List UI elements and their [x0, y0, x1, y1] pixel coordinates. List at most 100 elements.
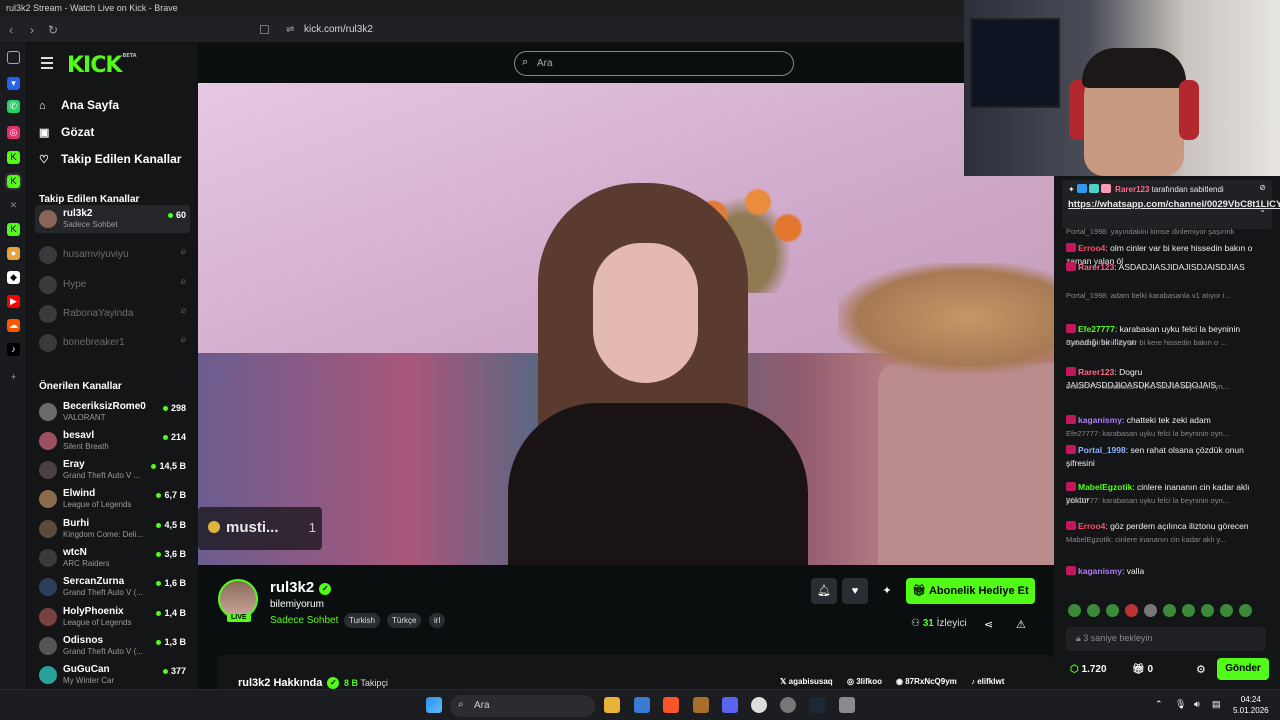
share-icon[interactable]: ⋖	[984, 618, 993, 631]
report-icon[interactable]: ⚠	[1016, 618, 1026, 631]
youtube-icon[interactable]: ▶	[7, 295, 20, 308]
search-input[interactable]: ⌕ Ara	[514, 51, 794, 76]
discord-icon[interactable]	[722, 697, 738, 713]
recommended-channel[interactable]: Elwind League of Legends 6,7 B	[35, 485, 190, 513]
app-icon[interactable]	[693, 697, 709, 713]
recommended-channel[interactable]: SercanZurna Grand Theft Auto V (... 1,6 B	[35, 573, 190, 601]
chat-username[interactable]: Erroo4	[1078, 521, 1105, 531]
nav-home[interactable]: ⌂ Ana Sayfa	[39, 98, 119, 112]
social-tiktok[interactable]: ♪ elifklwt	[971, 677, 1004, 686]
sparkle-button[interactable]: ✦	[874, 578, 900, 604]
stream-tag[interactable]: Turkish	[344, 613, 380, 628]
clock[interactable]: 04:24 5.01.2026	[1233, 694, 1269, 716]
steam-icon[interactable]	[809, 697, 825, 713]
chat-username[interactable]: Rarer123	[1078, 367, 1114, 377]
emote-icon[interactable]	[1068, 604, 1081, 617]
emote-icon[interactable]	[1125, 604, 1138, 617]
forward-icon[interactable]: ›	[30, 23, 34, 37]
chat-username[interactable]: kaganismy	[1078, 566, 1122, 576]
emote-icon[interactable]	[1106, 604, 1119, 617]
recommended-channel[interactable]: GuGuCan My Winter Car 377	[35, 661, 190, 689]
nav-following[interactable]: ♡ Takip Edilen Kanallar	[39, 152, 181, 166]
kick-active-icon[interactable]: K	[5, 173, 22, 190]
send-button[interactable]: Gönder	[1217, 658, 1269, 680]
chat-username[interactable]: Portal_1998	[1078, 445, 1126, 455]
followed-channel[interactable]: bonebreaker1 ⌀	[35, 329, 190, 357]
emote-icon[interactable]	[1087, 604, 1100, 617]
network-icon[interactable]: ▤	[1212, 699, 1221, 710]
gear-icon[interactable]: ⚙	[1196, 663, 1206, 676]
streamer-name[interactable]: rul3k2 ✓	[270, 579, 332, 596]
notification-button[interactable]: 🔔︎	[811, 578, 837, 604]
emote-icon[interactable]	[1239, 604, 1252, 617]
app-icon[interactable]: ●	[7, 247, 20, 260]
followed-channel[interactable]: Hype ⌀	[35, 271, 190, 299]
pinned-link[interactable]: https://whatsapp.com/channel/0029VbC8t1L…	[1068, 198, 1280, 211]
channel-points[interactable]: ⬡ 1.720	[1070, 664, 1107, 675]
chat-username[interactable]: Erroo4	[1078, 243, 1105, 253]
instagram-icon[interactable]: ◎	[7, 126, 20, 139]
recommended-channel[interactable]: Odisnos Grand Theft Auto V (... 1,3 B	[35, 632, 190, 660]
kick-logo[interactable]: KICKBETA	[67, 53, 137, 78]
recommended-channel[interactable]: HolyPhoenix League of Legends 1,4 B	[35, 603, 190, 631]
stream-category[interactable]: Sadece Sohbet	[270, 615, 338, 626]
tiktok-icon[interactable]: ♪	[7, 343, 20, 356]
emote-icon[interactable]	[1182, 604, 1195, 617]
chat-username[interactable]: Efe27777	[1078, 324, 1115, 334]
followed-channel[interactable]: husamviyuviyu ⌀	[35, 241, 190, 269]
mic-icon[interactable]: 🎙︎	[1175, 699, 1186, 710]
unpin-icon[interactable]: ⊘	[1259, 183, 1266, 192]
recommended-channel[interactable]: BeceriksizRome0 VALORANT 298	[35, 398, 190, 426]
chevron-up-icon[interactable]: ⌃	[1155, 699, 1163, 710]
recommended-channel[interactable]: Eray Grand Theft Auto V ... 14,5 B	[35, 456, 190, 484]
taskbar-search[interactable]: ⌕ Ara	[450, 695, 595, 717]
chat-username[interactable]: MabelEgzotik	[1078, 482, 1132, 492]
vpn-icon[interactable]: ▾	[7, 77, 20, 90]
emote-icon[interactable]	[1201, 604, 1214, 617]
recommended-channel[interactable]: besavl Silent Breath 214	[35, 427, 190, 455]
stream-tag[interactable]: Türkçe	[387, 613, 422, 628]
app-icon-2[interactable]	[780, 697, 796, 713]
reload-icon[interactable]: ↻	[48, 23, 58, 37]
nav-browse[interactable]: ▣ Gözat	[39, 125, 94, 139]
site-info-icon[interactable]: ⇌	[286, 24, 294, 35]
gift-count[interactable]: 🎁︎ 0	[1132, 664, 1153, 675]
recommended-channel[interactable]: Burhi Kingdom Come: Deli... 4,5 B	[35, 515, 190, 543]
file-explorer-icon[interactable]	[604, 697, 620, 713]
chat-username[interactable]: Rarer123	[1078, 262, 1114, 272]
gift-sub-button[interactable]: 🎁︎ Abonelik Hediye Et	[906, 578, 1035, 604]
recommended-channel[interactable]: wtcN ARC Raiders 3,6 B	[35, 544, 190, 572]
menu-icon[interactable]	[41, 57, 53, 72]
chevron-down-icon[interactable]: ⌄	[1259, 205, 1266, 214]
store-icon[interactable]	[634, 697, 650, 713]
address-bar[interactable]: ⇌ kick.com/rul3k2	[282, 20, 962, 40]
kick-icon-2[interactable]: K	[7, 223, 20, 236]
pinned-message[interactable]: ✦ Rarer123 tarafından sabitlendi ⊘ ⌄ htt…	[1062, 180, 1280, 229]
obs-icon[interactable]	[751, 697, 767, 713]
emote-icon[interactable]	[1220, 604, 1233, 617]
whatsapp-icon[interactable]: ✆	[7, 100, 20, 113]
follow-button[interactable]: ♥	[842, 578, 868, 604]
app-icon-2[interactable]: ◆	[7, 271, 20, 284]
settings-icon[interactable]	[839, 697, 855, 713]
windows-start-icon[interactable]	[426, 697, 442, 713]
chat-username[interactable]: kaganismy	[1078, 415, 1122, 425]
chat-input[interactable]: 🔒︎ 3 saniye bekleyin	[1066, 627, 1266, 651]
social-instagram[interactable]: ◎ 3lifkoo	[847, 677, 882, 686]
emote-icon[interactable]	[1144, 604, 1157, 617]
kick-icon[interactable]: K	[7, 151, 20, 164]
add-icon[interactable]: +	[7, 371, 20, 384]
followed-channel-rul3k2[interactable]: rul3k2 Sadece Sohbet 60	[35, 205, 190, 233]
back-icon[interactable]: ‹	[9, 23, 13, 37]
social-x[interactable]: 𝕏 agabisusaq	[780, 677, 833, 686]
social-discord[interactable]: ◉ 87RxNcQ9ym	[896, 677, 957, 686]
followed-channel[interactable]: RabonaYayinda ⌀	[35, 300, 190, 328]
speaker-icon[interactable]: 🔊︎	[1194, 699, 1200, 710]
bookmark-icon[interactable]: ☐	[259, 23, 270, 37]
emote-icon[interactable]	[1163, 604, 1176, 617]
soundcloud-icon[interactable]: ☁	[7, 319, 20, 332]
stream-tag[interactable]: irl	[429, 613, 446, 628]
muted-icon[interactable]: ✕	[7, 199, 20, 212]
sidebar-panel-icon[interactable]	[7, 51, 20, 64]
video-player[interactable]	[198, 83, 1054, 565]
